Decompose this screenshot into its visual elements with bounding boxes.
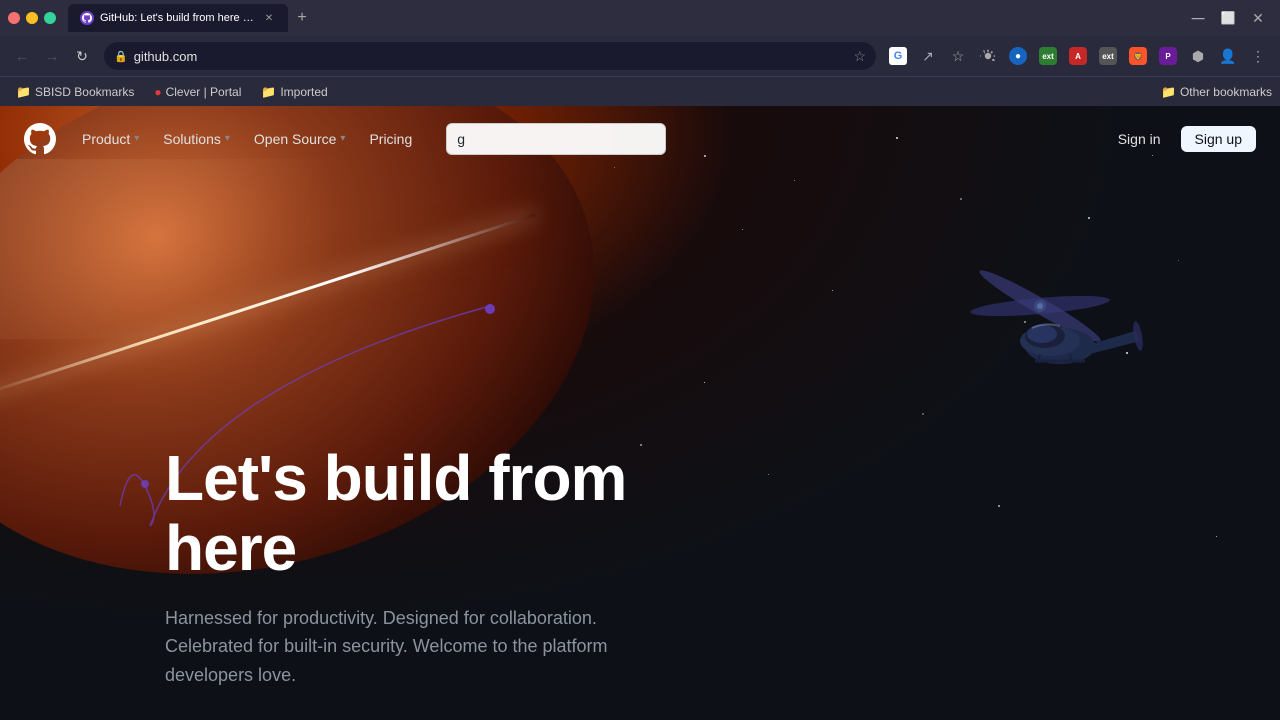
lock-icon: 🔒 bbox=[114, 50, 128, 63]
hero-content: Let's build from here Harnessed for prod… bbox=[165, 443, 680, 690]
window-minimize-button[interactable] bbox=[26, 12, 38, 24]
nav-product-label: Product bbox=[82, 131, 130, 147]
reload-button[interactable]: ↻ bbox=[68, 42, 96, 70]
nav-pricing[interactable]: Pricing bbox=[359, 125, 422, 153]
ext-green-icon[interactable]: ext bbox=[1034, 42, 1062, 70]
bookmark-star-icon[interactable]: ☆ bbox=[853, 48, 866, 65]
tabs-area: GitHub: Let's build from here · G ✕ + bbox=[68, 4, 1180, 32]
window-close-button[interactable] bbox=[8, 12, 20, 24]
nav-open-source[interactable]: Open Source ▾ bbox=[244, 125, 356, 153]
star-icon[interactable]: ☆ bbox=[944, 42, 972, 70]
toolbar-icons: G ↗ ☆ ● ext A ext 🦁 P bbox=[884, 42, 1272, 70]
tab-close-button[interactable]: ✕ bbox=[262, 11, 276, 25]
window-controls bbox=[8, 12, 56, 24]
bookmark-sbisd[interactable]: 📁 SBISD Bookmarks bbox=[8, 82, 142, 102]
github-page: Product ▾ Solutions ▾ Open Source ▾ Pric… bbox=[0, 106, 1280, 720]
folder-icon: 📁 bbox=[16, 85, 31, 99]
menu-icon[interactable]: ⋮ bbox=[1244, 42, 1272, 70]
profile-icon[interactable]: 👤 bbox=[1214, 42, 1242, 70]
close-window-icon[interactable]: ✕ bbox=[1244, 4, 1272, 32]
nav-solutions-label: Solutions bbox=[163, 131, 221, 147]
address-bar: ← → ↻ 🔒 github.com ☆ G ↗ ☆ ● ext bbox=[0, 36, 1280, 76]
other-bookmarks-label: Other bookmarks bbox=[1180, 85, 1272, 99]
github-auth-buttons: Sign in Sign up bbox=[1106, 126, 1256, 152]
bookmark-sbisd-label: SBISD Bookmarks bbox=[35, 85, 134, 99]
nav-open-source-label: Open Source bbox=[254, 131, 337, 147]
brave-shield-icon[interactable]: 🦁 bbox=[1124, 42, 1152, 70]
browser-chrome: GitHub: Let's build from here · G ✕ + ─ … bbox=[0, 0, 1280, 106]
product-chevron-icon: ▾ bbox=[134, 133, 139, 144]
opensource-chevron-icon: ▾ bbox=[340, 133, 345, 144]
bookmarks-right: 📁 Other bookmarks bbox=[1161, 85, 1272, 99]
nav-pricing-label: Pricing bbox=[369, 131, 412, 147]
planet-highlight bbox=[0, 159, 441, 339]
github-nav-items: Product ▾ Solutions ▾ Open Source ▾ Pric… bbox=[72, 125, 422, 153]
minimize-icon[interactable]: ─ bbox=[1184, 4, 1212, 32]
drone-illustration bbox=[960, 246, 1200, 446]
address-bar-input-wrap[interactable]: 🔒 github.com ☆ bbox=[104, 42, 876, 70]
bookmarks-bar: 📁 SBISD Bookmarks ● Clever | Portal 📁 Im… bbox=[0, 76, 1280, 106]
folder-right-icon: 📁 bbox=[1161, 85, 1176, 99]
github-search[interactable] bbox=[446, 123, 666, 155]
title-bar: GitHub: Let's build from here · G ✕ + ─ … bbox=[0, 0, 1280, 36]
new-tab-button[interactable]: + bbox=[290, 6, 314, 30]
bookmark-clever-label: Clever | Portal bbox=[166, 85, 242, 99]
google-icon[interactable]: G bbox=[884, 42, 912, 70]
extension-puzzle-icon[interactable] bbox=[974, 42, 1002, 70]
browser-tab-active[interactable]: GitHub: Let's build from here · G ✕ bbox=[68, 4, 288, 32]
forward-button[interactable]: → bbox=[38, 42, 66, 70]
bookmark-clever[interactable]: ● Clever | Portal bbox=[146, 82, 249, 102]
github-logo[interactable] bbox=[24, 123, 56, 155]
github-navbar: Product ▾ Solutions ▾ Open Source ▾ Pric… bbox=[0, 106, 1280, 171]
address-text: github.com bbox=[134, 49, 848, 64]
tab-favicon bbox=[80, 11, 94, 25]
imported-folder-icon: 📁 bbox=[261, 85, 276, 99]
restore-icon[interactable]: ⬜ bbox=[1214, 4, 1242, 32]
nav-buttons: ← → ↻ bbox=[8, 42, 96, 70]
bookmark-imported[interactable]: 📁 Imported bbox=[253, 82, 335, 102]
bookmark-imported-label: Imported bbox=[280, 85, 327, 99]
clever-icon: ● bbox=[154, 85, 161, 99]
extensions-button[interactable]: ⬢ bbox=[1184, 42, 1212, 70]
github-search-input[interactable] bbox=[446, 123, 666, 155]
signup-button[interactable]: Sign up bbox=[1181, 126, 1256, 152]
nav-solutions[interactable]: Solutions ▾ bbox=[153, 125, 240, 153]
hero-headline: Let's build from here bbox=[165, 443, 680, 584]
ext-purple-icon[interactable]: P bbox=[1154, 42, 1182, 70]
ext-gray-icon[interactable]: ext bbox=[1094, 42, 1122, 70]
hero-subtext: Harnessed for productivity. Designed for… bbox=[165, 604, 680, 690]
signin-button[interactable]: Sign in bbox=[1106, 126, 1173, 152]
back-button[interactable]: ← bbox=[8, 42, 36, 70]
tab-title: GitHub: Let's build from here · G bbox=[100, 12, 256, 24]
ext-red-icon[interactable]: A bbox=[1064, 42, 1092, 70]
solutions-chevron-icon: ▾ bbox=[225, 133, 230, 144]
share-icon[interactable]: ↗ bbox=[914, 42, 942, 70]
nav-product[interactable]: Product ▾ bbox=[72, 125, 149, 153]
window-maximize-button[interactable] bbox=[44, 12, 56, 24]
ext-blue-icon[interactable]: ● bbox=[1004, 42, 1032, 70]
